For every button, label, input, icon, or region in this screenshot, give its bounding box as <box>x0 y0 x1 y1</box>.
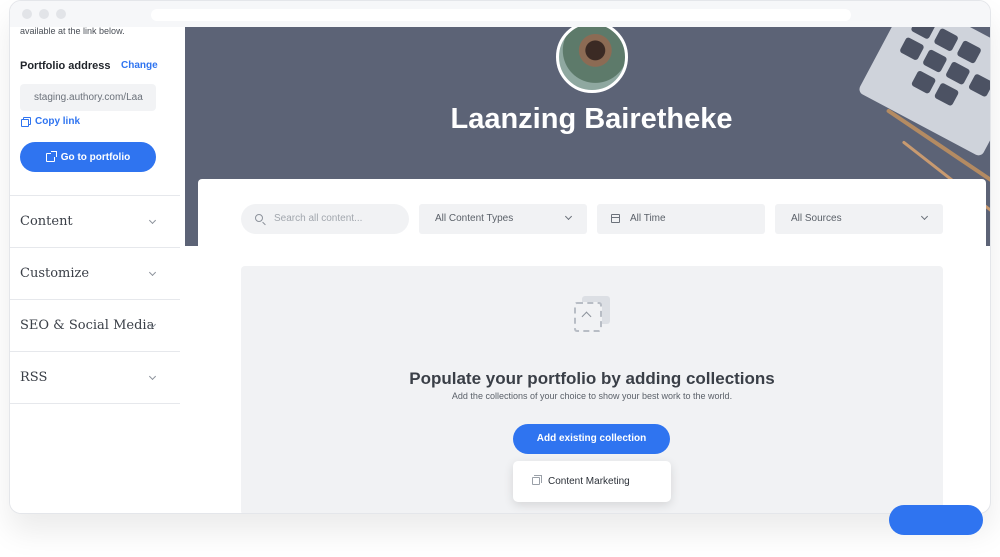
calendar-icon <box>611 214 620 223</box>
sources-select[interactable]: All Sources <box>775 204 943 234</box>
chevron-down-icon <box>148 216 157 225</box>
address-bar[interactable] <box>151 9 851 21</box>
add-existing-collection-button[interactable]: Add existing collection <box>513 424 670 454</box>
avatar <box>556 27 628 93</box>
sources-value: All Sources <box>791 213 842 224</box>
search-input[interactable]: Search all content... <box>241 204 409 234</box>
sidebar-item-label: Customize <box>20 266 90 281</box>
time-select[interactable]: All Time <box>597 204 765 234</box>
browser-window: available at the link below. Portfolio a… <box>9 0 991 514</box>
chevron-down-icon <box>148 268 157 277</box>
search-placeholder: Search all content... <box>274 213 363 224</box>
content-type-select[interactable]: All Content Types <box>419 204 587 234</box>
sidebar-item-content[interactable]: Content <box>10 195 180 247</box>
copy-link-button[interactable]: Copy link <box>21 116 80 127</box>
sidebar-item-label: Content <box>20 214 73 229</box>
portfolio-owner-name: Laanzing Bairetheke <box>450 103 733 135</box>
go-to-portfolio-label: Go to portfolio <box>60 151 131 163</box>
portfolio-address-label: Portfolio address <box>20 60 111 72</box>
window-close-dot[interactable] <box>22 9 32 19</box>
content-panel: Search all content... All Content Types … <box>198 179 986 513</box>
chevron-down-icon <box>920 212 929 221</box>
search-icon <box>255 214 263 222</box>
sidebar-item-rss[interactable]: RSS <box>10 351 180 403</box>
chevron-down-icon <box>564 212 573 221</box>
collection-dropdown-item[interactable]: Content Marketing <box>513 461 671 502</box>
copy-icon <box>21 117 31 127</box>
window-minimize-dot[interactable] <box>39 9 49 19</box>
sidebar-item-label: RSS <box>20 370 48 385</box>
empty-state-subtitle: Add the collections of your choice to sh… <box>451 391 733 401</box>
floating-action-button[interactable] <box>889 505 983 535</box>
sidebar-item-label: SEO & Social Media <box>20 318 155 333</box>
portfolio-url-field[interactable]: staging.authory.com/Laa <box>20 84 156 111</box>
chevron-down-icon <box>148 372 157 381</box>
content-type-value: All Content Types <box>435 213 514 224</box>
sidebar-item-customize[interactable]: Customize <box>10 247 180 299</box>
sidebar-divider <box>10 403 180 404</box>
collection-icon <box>574 296 610 332</box>
external-link-icon <box>45 150 57 162</box>
change-address-link[interactable]: Change <box>121 60 158 71</box>
collection-dropdown-label: Content Marketing <box>548 476 630 487</box>
collection-stack-icon <box>532 475 542 485</box>
sidebar: available at the link below. Portfolio a… <box>10 26 185 513</box>
time-value: All Time <box>630 213 666 224</box>
sidebar-item-seo-social-media[interactable]: SEO & Social Media <box>10 299 180 351</box>
empty-state-title: Populate your portfolio by adding collec… <box>409 369 775 388</box>
copy-link-label: Copy link <box>35 116 81 127</box>
sidebar-note: available at the link below. <box>20 26 125 36</box>
empty-state: Populate your portfolio by adding collec… <box>241 266 943 513</box>
window-maximize-dot[interactable] <box>56 9 66 19</box>
go-to-portfolio-button[interactable]: Go to portfolio <box>20 142 156 172</box>
title-bar <box>10 1 990 27</box>
